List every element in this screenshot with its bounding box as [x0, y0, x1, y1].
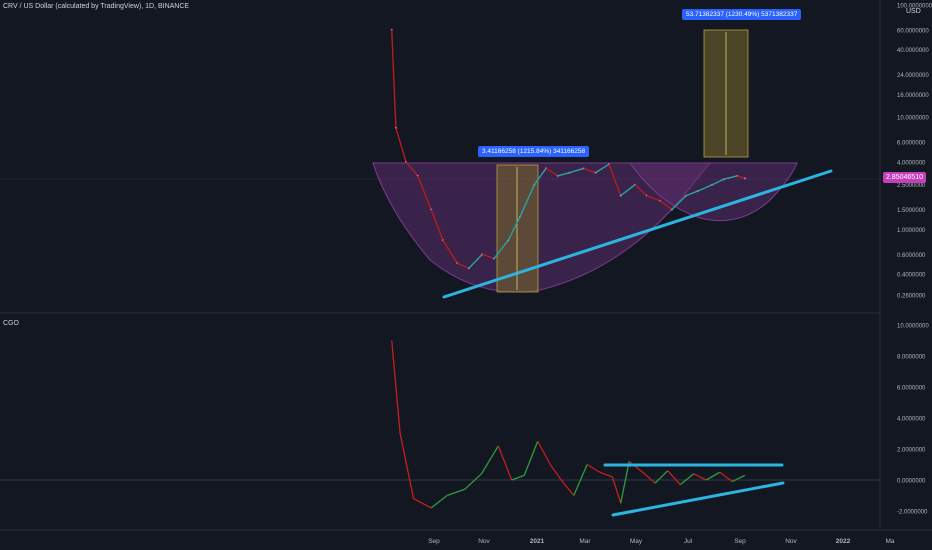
cgo-segment	[399, 433, 415, 499]
symbol-title: CRV / US Dollar (calculated by TradingVi…	[3, 3, 190, 10]
cgo-segment	[679, 473, 695, 486]
time-tick-label: 2021	[530, 538, 545, 545]
time-tick-label: May	[630, 538, 643, 545]
cgo-segment	[705, 471, 721, 481]
oscillator-axis[interactable]: 10.0000000 8.0000000 6.0000000 4.0000000 2.0…	[897, 324, 929, 516]
price-tick-label: 10.0000000	[897, 116, 929, 122]
cgo-segment	[628, 460, 643, 473]
cgo-segment	[586, 463, 601, 473]
channel-lower-line[interactable]	[611, 481, 785, 517]
price-tick-label: 1.5000000	[897, 208, 926, 214]
cgo-segment	[480, 445, 499, 475]
current-price-tag: 2.85046510	[883, 172, 926, 183]
cgo-segment	[654, 470, 669, 484]
oscillator-tick-label: 6.0000000	[897, 386, 926, 392]
price-axis[interactable]: 100.000000060.000000040.000000024.000000…	[897, 4, 932, 300]
measure-label-large[interactable]: 53.71382337 (1230.49%) 5371382337	[682, 9, 802, 20]
cgo-segment	[667, 470, 681, 486]
cgo-segment	[446, 488, 465, 497]
currency-label: USD	[906, 8, 921, 15]
price-tick-label: 2.5000000	[897, 183, 926, 189]
time-tick-label: 2022	[836, 538, 851, 545]
time-tick-label: Mar	[579, 538, 591, 545]
measure-label-small[interactable]: 3.41166258 (1215.84%) 341166258	[478, 146, 590, 157]
price-tick-label: 4.0000000	[897, 160, 926, 166]
cgo-segment	[642, 471, 656, 484]
time-tick-label: Sep	[428, 538, 440, 545]
cgo-segment	[523, 441, 539, 476]
time-axis[interactable]: Sep Nov 2021 Mar May Jul Sep Nov 2022 Ma	[428, 538, 895, 545]
cgo-segment	[732, 474, 746, 483]
cgo-segment	[391, 340, 401, 434]
price-tick-label: 24.0000000	[897, 73, 929, 79]
cgo-segment	[430, 494, 448, 509]
cgo-segment	[611, 476, 622, 504]
price-tick-label: 1.0000000	[897, 228, 926, 234]
price-point	[743, 177, 746, 180]
cgo-segment	[599, 471, 613, 478]
price-tick-label: 16.0000000	[897, 93, 929, 99]
price-tick-label: 0.2600000	[897, 294, 926, 300]
oscillator-tick-label: 4.0000000	[897, 417, 926, 423]
measure-text-small: 3.41166258 (1215.84%) 341166258	[482, 148, 586, 155]
time-tick-label: Sep	[734, 538, 746, 545]
oscillator-tick-label: 2.0000000	[897, 448, 926, 454]
time-tick-label: Jul	[684, 538, 693, 545]
price-tick-label: 0.6000000	[897, 253, 926, 259]
cgo-segment	[549, 464, 562, 481]
measure-text-large: 53.71382337 (1230.49%) 5371382337	[686, 11, 798, 18]
price-segment	[395, 127, 407, 163]
cgo-segment	[620, 461, 630, 504]
indicator-title: CGO	[3, 320, 19, 327]
cgo-segment	[497, 445, 513, 481]
oscillator-tick-label: 10.0000000	[897, 324, 929, 330]
price-tick-label: 60.0000000	[897, 28, 929, 34]
price-tick-label: 40.0000000	[897, 48, 929, 54]
cgo-segment	[537, 440, 551, 465]
price-tick-label: 6.0000000	[897, 141, 926, 147]
oscillator-tick-label: 8.0000000	[897, 355, 926, 361]
time-tick-label: Nov	[478, 538, 490, 545]
price-tick-label: 0.4000000	[897, 273, 926, 279]
oscillator-tick-label: 0.0000000	[897, 479, 926, 485]
cgo-segment	[413, 498, 432, 509]
cgo-segment	[560, 479, 575, 496]
cgo-segment	[511, 474, 525, 481]
chart-canvas: 100.000000060.000000040.000000024.000000…	[0, 0, 932, 545]
cgo-series	[391, 340, 746, 509]
time-tick-label: Nov	[785, 538, 797, 545]
cgo-segment	[693, 473, 707, 481]
time-tick-label: Ma	[885, 538, 894, 545]
cgo-segment	[464, 473, 482, 490]
price-segment	[391, 29, 397, 129]
oscillator-tick-label: -2.0000000	[897, 510, 928, 516]
